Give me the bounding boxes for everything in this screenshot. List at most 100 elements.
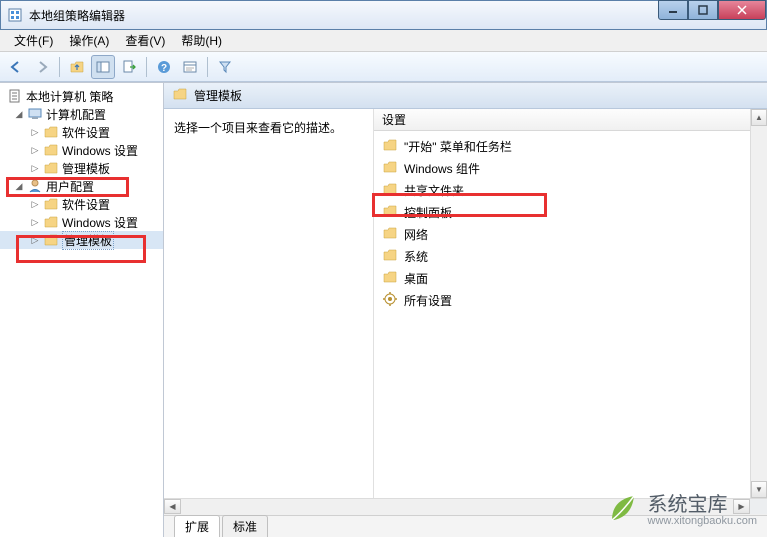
list-item[interactable]: 系统 — [374, 245, 767, 267]
menu-action[interactable]: 操作(A) — [61, 30, 117, 51]
items-panel: 设置 "开始" 菜单和任务栏 Windows 组件 共享文件夹 控制面板 网络 … — [374, 109, 767, 498]
tree-root[interactable]: 本地计算机 策略 — [0, 87, 163, 105]
back-button[interactable] — [4, 55, 28, 79]
menu-file[interactable]: 文件(F) — [6, 30, 61, 51]
watermark: 系统宝库 www.xitongbaoku.com — [606, 490, 757, 531]
policy-tree: 本地计算机 策略 ◢ 计算机配置 ▷ 软件设置 ▷ Windows 设置 ▷ 管… — [0, 87, 163, 249]
folder-icon — [382, 181, 398, 200]
tree-uc-software[interactable]: ▷ 软件设置 — [0, 195, 163, 213]
tree-user-config[interactable]: ◢ 用户配置 — [0, 177, 163, 195]
window-title: 本地组策略编辑器 — [29, 7, 658, 24]
folder-icon — [43, 160, 59, 176]
svg-text:?: ? — [161, 63, 167, 74]
list-item[interactable]: 桌面 — [374, 267, 767, 289]
toolbar: ? — [0, 52, 767, 82]
maximize-button[interactable] — [688, 0, 718, 20]
list-item[interactable]: 控制面板 — [374, 201, 767, 223]
list-item[interactable]: 所有设置 — [374, 289, 767, 311]
expand-icon[interactable]: ▷ — [30, 145, 40, 156]
tree-label: 计算机配置 — [46, 106, 106, 123]
column-label: 设置 — [382, 111, 406, 128]
column-header-setting[interactable]: 设置 — [374, 109, 767, 131]
item-label: 网络 — [404, 226, 428, 243]
watermark-url: www.xitongbaoku.com — [648, 515, 757, 527]
user-icon — [27, 178, 43, 194]
folder-icon — [382, 203, 398, 222]
folder-icon — [43, 196, 59, 212]
item-label: Windows 组件 — [404, 160, 480, 177]
item-label: 控制面板 — [404, 204, 452, 221]
expand-icon[interactable]: ▷ — [30, 235, 40, 246]
scroll-left-icon[interactable]: ◀ — [164, 499, 181, 514]
item-label: "开始" 菜单和任务栏 — [404, 138, 512, 155]
expand-icon[interactable]: ▷ — [30, 163, 40, 174]
tab-standard[interactable]: 标准 — [222, 515, 268, 537]
folder-icon — [43, 214, 59, 230]
menu-help[interactable]: 帮助(H) — [173, 30, 230, 51]
list-item[interactable]: "开始" 菜单和任务栏 — [374, 135, 767, 157]
menu-view[interactable]: 查看(V) — [117, 30, 173, 51]
tree-label: 管理模板 — [62, 231, 114, 250]
folder-icon — [382, 247, 398, 266]
tree-uc-windows[interactable]: ▷ Windows 设置 — [0, 213, 163, 231]
vertical-scrollbar[interactable]: ▲ ▼ — [750, 109, 767, 498]
folder-icon — [382, 269, 398, 288]
tree-label: Windows 设置 — [62, 142, 138, 159]
tree-uc-admin[interactable]: ▷ 管理模板 — [0, 231, 163, 249]
forward-button[interactable] — [30, 55, 54, 79]
list-item[interactable]: 共享文件夹 — [374, 179, 767, 201]
list-item[interactable]: 网络 — [374, 223, 767, 245]
watermark-text: 系统宝库 www.xitongbaoku.com — [648, 495, 757, 527]
content-header: 管理模板 — [164, 83, 767, 109]
toolbar-separator — [207, 57, 208, 77]
folder-icon — [43, 232, 59, 248]
policy-icon — [7, 88, 23, 104]
collapse-icon[interactable]: ◢ — [14, 181, 24, 192]
tree-computer-config[interactable]: ◢ 计算机配置 — [0, 105, 163, 123]
tree-pane: 本地计算机 策略 ◢ 计算机配置 ▷ 软件设置 ▷ Windows 设置 ▷ 管… — [0, 83, 164, 537]
properties-button[interactable] — [178, 55, 202, 79]
list-item[interactable]: Windows 组件 — [374, 157, 767, 179]
settings-icon — [382, 291, 398, 310]
tree-label: 软件设置 — [62, 124, 110, 141]
watermark-name: 系统宝库 — [648, 495, 757, 515]
item-label: 所有设置 — [404, 292, 452, 309]
main-area: 本地计算机 策略 ◢ 计算机配置 ▷ 软件设置 ▷ Windows 设置 ▷ 管… — [0, 82, 767, 537]
tree-label: 用户配置 — [46, 178, 94, 195]
folder-icon — [382, 137, 398, 156]
description-panel: 选择一个项目来查看它的描述。 — [164, 109, 374, 498]
tree-cc-software[interactable]: ▷ 软件设置 — [0, 123, 163, 141]
up-button[interactable] — [65, 55, 89, 79]
scroll-up-icon[interactable]: ▲ — [751, 109, 767, 126]
tree-label: 管理模板 — [62, 160, 110, 177]
expand-icon[interactable]: ▷ — [30, 217, 40, 228]
description-prompt: 选择一个项目来查看它的描述。 — [174, 119, 363, 136]
item-label: 系统 — [404, 248, 428, 265]
help-button[interactable]: ? — [152, 55, 176, 79]
show-hide-tree-button[interactable] — [91, 55, 115, 79]
tree-label: 本地计算机 策略 — [26, 88, 113, 105]
tree-cc-windows[interactable]: ▷ Windows 设置 — [0, 141, 163, 159]
minimize-button[interactable] — [658, 0, 688, 20]
filter-button[interactable] — [213, 55, 237, 79]
close-button[interactable] — [718, 0, 766, 20]
computer-icon — [27, 106, 43, 122]
expand-icon[interactable]: ▷ — [30, 127, 40, 138]
export-button[interactable] — [117, 55, 141, 79]
folder-icon — [43, 142, 59, 158]
window-controls — [658, 0, 766, 20]
item-list: "开始" 菜单和任务栏 Windows 组件 共享文件夹 控制面板 网络 系统 … — [374, 131, 767, 498]
folder-icon — [382, 225, 398, 244]
tree-cc-admin[interactable]: ▷ 管理模板 — [0, 159, 163, 177]
tree-label: 软件设置 — [62, 196, 110, 213]
tab-extended[interactable]: 扩展 — [174, 515, 220, 537]
expand-icon[interactable]: ▷ — [30, 199, 40, 210]
app-icon — [7, 7, 23, 23]
item-label: 桌面 — [404, 270, 428, 287]
collapse-icon[interactable]: ◢ — [14, 109, 24, 120]
content-body: 选择一个项目来查看它的描述。 设置 "开始" 菜单和任务栏 Windows 组件… — [164, 109, 767, 498]
folder-icon — [172, 86, 188, 105]
titlebar: 本地组策略编辑器 — [0, 0, 767, 30]
folder-icon — [43, 124, 59, 140]
content-pane: 管理模板 选择一个项目来查看它的描述。 设置 "开始" 菜单和任务栏 Windo… — [164, 83, 767, 537]
